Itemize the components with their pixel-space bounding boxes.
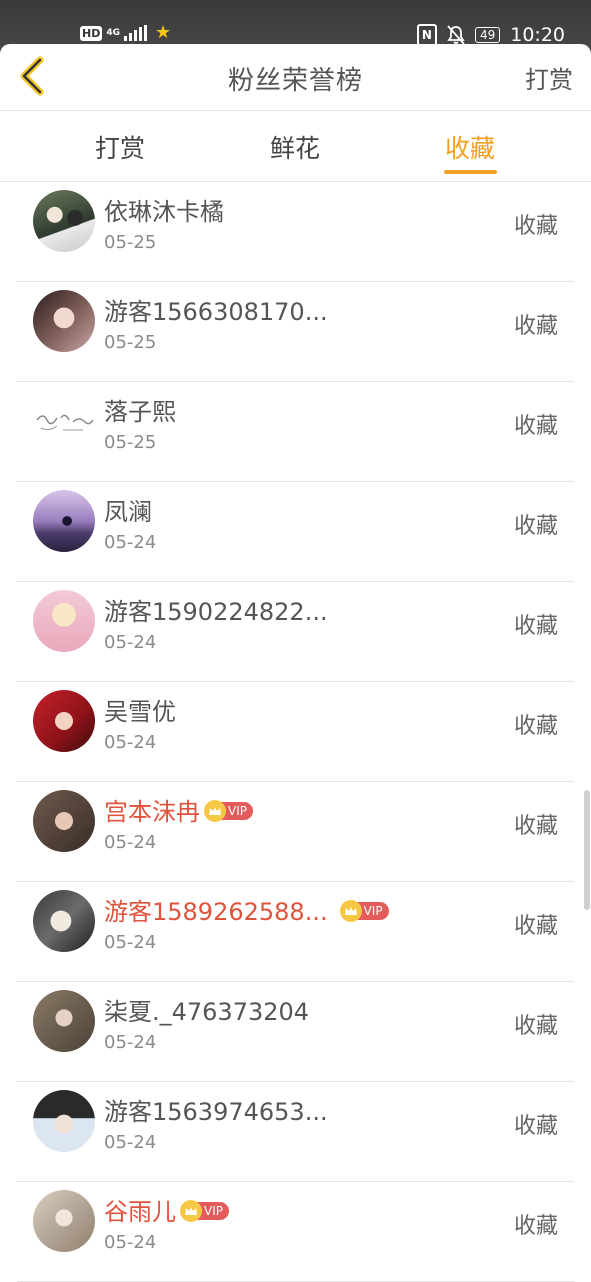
user-name: 柒夏._476373204: [104, 998, 310, 1026]
user-name: 谷雨儿 VIP: [104, 1192, 229, 1227]
date: 05-24: [104, 1032, 157, 1053]
avatar: [33, 890, 95, 952]
hd-indicator: HD: [80, 25, 103, 41]
list-item[interactable]: 柒夏._476373204 05-24 收藏: [17, 982, 574, 1082]
page-title: 粉丝荣誉榜: [227, 66, 363, 96]
nfc-icon: N: [416, 24, 437, 46]
avatar: [33, 1090, 95, 1152]
avatar: [33, 1190, 95, 1252]
reward-button[interactable]: 打赏: [525, 60, 573, 95]
user-name: 吴雪优: [104, 698, 176, 726]
vip-badge: VIP: [339, 900, 389, 922]
list-item[interactable]: 游客1589262588... VIP 05-24 收藏: [17, 882, 574, 982]
user-name: 宫本沫冉 VIP: [104, 792, 253, 827]
vip-badge: VIP: [180, 1200, 229, 1222]
action-label: 收藏: [513, 314, 558, 339]
action-label: 收藏: [513, 514, 558, 539]
status-left: HD 4G ★: [80, 24, 171, 42]
avatar: [33, 290, 95, 352]
network-type: 4G: [106, 27, 120, 38]
user-name-text: 游客1589262588...: [104, 898, 328, 926]
list-item[interactable]: 谷雨儿 VIP 05-24 收藏: [17, 1182, 574, 1282]
list-item[interactable]: 吴雪优 05-24 收藏: [17, 682, 574, 782]
date: 05-24: [104, 732, 157, 753]
list-item[interactable]: 游客1566308170... 05-25 收藏: [17, 282, 574, 382]
user-name: 落子熙: [104, 398, 176, 426]
date: 05-24: [104, 532, 157, 553]
calligraphy-image: [36, 414, 94, 431]
clock: 10:20: [510, 24, 565, 46]
action-label: 收藏: [513, 414, 558, 439]
list-item[interactable]: 游客1563974653... 05-24 收藏: [17, 1082, 574, 1182]
avatar: [33, 590, 95, 652]
date: 05-24: [104, 932, 157, 953]
crown-icon: [180, 1200, 202, 1222]
status-right: N 49 10:20: [416, 24, 565, 46]
action-label: 收藏: [513, 214, 558, 239]
user-name: 游客1563974653...: [104, 1098, 328, 1126]
scrollbar[interactable]: [584, 790, 590, 910]
date: 05-24: [104, 1132, 157, 1153]
app-header: 粉丝荣誉榜 打赏: [0, 44, 591, 111]
user-name: 游客1589262588... VIP: [104, 892, 389, 927]
crown-icon: [204, 800, 226, 822]
avatar: [33, 790, 95, 852]
crown-icon: [339, 900, 362, 922]
list-item[interactable]: 宫本沫冉 VIP 05-24 收藏: [17, 782, 574, 882]
action-label: 收藏: [513, 914, 558, 939]
date: 05-24: [104, 832, 157, 853]
date: 05-25: [104, 332, 157, 353]
avatar: [33, 490, 95, 552]
battery-icon: 49: [474, 27, 501, 43]
list-item[interactable]: 游客1590224822... 05-24 收藏: [17, 582, 574, 682]
user-name: 凤澜: [104, 498, 152, 526]
user-name-text: 宫本沫冉: [104, 798, 200, 826]
list-item[interactable]: 凤澜 05-24 收藏: [17, 482, 574, 582]
action-label: 收藏: [513, 814, 558, 839]
avatar: [33, 690, 95, 752]
user-name-text: 谷雨儿: [104, 1198, 176, 1226]
user-name: 依琳沐卡橘: [104, 198, 224, 226]
vip-badge: VIP: [204, 800, 253, 822]
star-icon: ★: [155, 22, 172, 43]
date: 05-24: [104, 632, 157, 653]
date: 05-25: [104, 432, 157, 453]
list-item[interactable]: 依琳沐卡橘 05-25 收藏: [17, 182, 574, 282]
list-item[interactable]: 落子熙 05-25 收藏: [17, 382, 574, 482]
tab-flowers[interactable]: 鲜花: [270, 129, 320, 165]
action-label: 收藏: [513, 1114, 558, 1139]
action-label: 收藏: [513, 614, 558, 639]
active-tab-indicator: [444, 170, 497, 174]
action-label: 收藏: [513, 714, 558, 739]
fan-list: 依琳沐卡橘 05-25 收藏 游客1566308170... 05-25 收藏 …: [0, 182, 591, 1282]
signal-icon: [124, 25, 147, 41]
action-label: 收藏: [513, 1014, 558, 1039]
user-name: 游客1590224822...: [104, 598, 328, 626]
avatar: [33, 190, 95, 252]
action-label: 收藏: [513, 1214, 558, 1239]
tab-reward[interactable]: 打赏: [95, 129, 145, 165]
date: 05-25: [104, 232, 157, 253]
user-name: 游客1566308170...: [104, 298, 328, 326]
avatar: [33, 990, 95, 1052]
avatar: [33, 390, 95, 452]
tab-bar: 打赏 鲜花 收藏: [0, 111, 591, 182]
tab-favorites[interactable]: 收藏: [445, 129, 495, 165]
date: 05-24: [104, 1232, 157, 1253]
battery-level: 49: [479, 28, 496, 42]
bell-off-icon: [447, 25, 465, 45]
